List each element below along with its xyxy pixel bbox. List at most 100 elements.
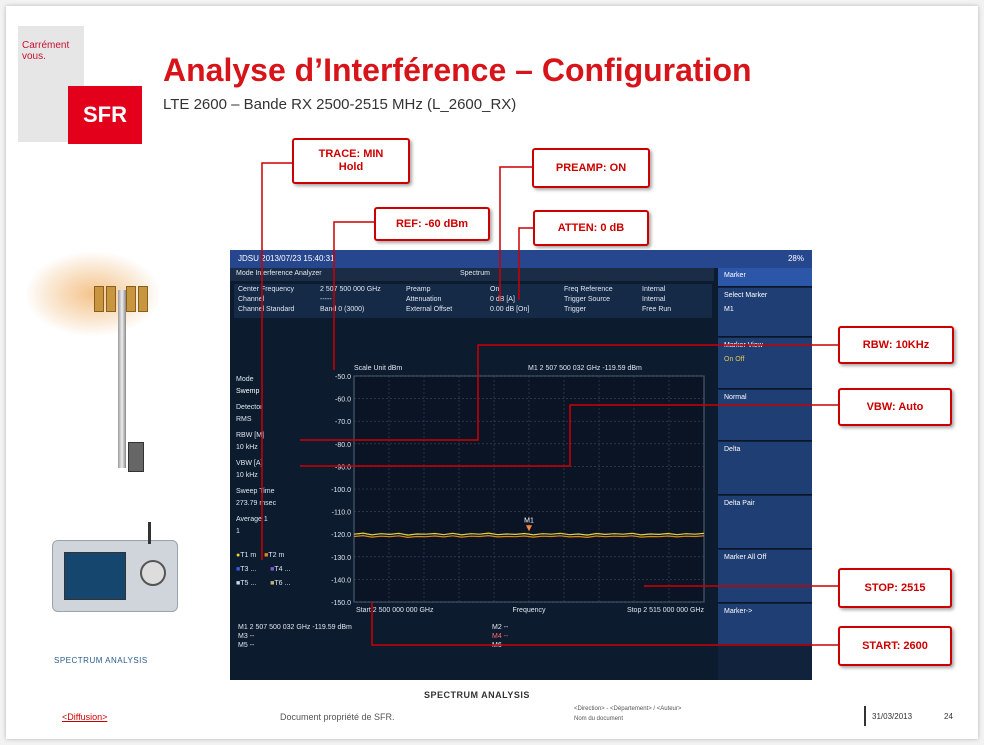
page-number: 24 [944, 712, 953, 721]
marker-row: M2 -- [492, 624, 509, 631]
sfr-logo: SFR [68, 86, 142, 144]
start-label: Start 2 500 000 000 GHz [356, 607, 434, 614]
footer-divider [864, 706, 866, 726]
panel-text: 10 kHz [236, 444, 258, 451]
scale-unit: Scale Unit dBm [354, 365, 402, 372]
select-marker-button[interactable]: Select Marker M1 [718, 288, 812, 337]
freqref-value: Internal [642, 286, 666, 293]
panel-text: Mode [236, 376, 254, 383]
marker-row: M3 -- [238, 633, 255, 640]
marker-readout: M1 2 507 500 032 GHz -119.59 dBm [528, 365, 642, 372]
standard-label: Channel Standard [238, 306, 295, 313]
channel-value: ----- [320, 296, 332, 303]
offset-label: External Offset [406, 306, 453, 313]
atten-value: 0 dB [A] [490, 296, 515, 303]
mode-label: Mode Interference Analyzer [236, 270, 322, 277]
marker-label: M1 [524, 517, 534, 524]
antenna-panel-icon [106, 286, 116, 312]
status-bar: JDSU 2013/07/23 15:40:31 28% [230, 250, 812, 268]
callout-stop: STOP: 2515 [838, 568, 952, 608]
doc-name: Nom du document [574, 716, 624, 722]
atten-label: Attenuation [406, 296, 442, 303]
document-owner: Document propriété de SFR. [280, 712, 395, 722]
y-tick-label: -140.0 [331, 577, 351, 584]
y-tick-label: -60.0 [335, 397, 351, 404]
trace-legend: ●T1 m ■T2 m [236, 552, 285, 559]
callout-start: START: 2600 [838, 626, 952, 666]
slide-title: Analyse d’Interférence – Configuration [163, 52, 752, 88]
battery-level: 28% [787, 254, 804, 263]
y-tick-label: -50.0 [335, 374, 351, 381]
mode-tab[interactable]: Spectrum [460, 270, 490, 277]
diffusion-link[interactable]: <Diffusion> [62, 712, 107, 722]
trace-legend: ■T5 ... ■T6 ... [236, 580, 291, 587]
delta-pair-button[interactable]: Delta Pair [718, 496, 812, 549]
antenna-panel-icon [126, 286, 136, 312]
panel-text: VBW [A] [236, 460, 263, 467]
callout-preamp: PREAMP: ON [532, 148, 650, 188]
y-tick-label: -80.0 [335, 442, 351, 449]
footer-date: 31/03/2013 [872, 712, 913, 721]
antenna-panel-icon [138, 286, 148, 312]
marker-view-button[interactable]: Marker View On Off [718, 338, 812, 389]
panel-text: Sweep Time [236, 488, 275, 495]
menu-header: Marker [718, 268, 812, 287]
y-tick-label: -150.0 [331, 600, 351, 607]
y-tick-label: -110.0 [332, 510, 351, 517]
marker-row: M6 -- [492, 642, 509, 649]
y-tick-label: -130.0 [331, 555, 351, 562]
equipment-cabinet [128, 442, 144, 472]
y-tick-label: -70.0 [335, 419, 351, 426]
device-antenna [148, 522, 151, 544]
measurement-panel: Mode Swemp Detector RMS RBW [M] 10 kHz V… [234, 368, 320, 628]
panel-text: RBW [M] [236, 432, 264, 439]
trigger-label: Trigger [564, 306, 586, 313]
marker-to-button[interactable]: Marker-> [718, 604, 812, 645]
trigsrc-value: Internal [642, 296, 666, 303]
spectrum-chart: Scale Unit dBm M1 2 507 500 032 GHz -119… [331, 365, 705, 614]
marker-row: M5 -- [238, 642, 255, 649]
knob-icon [140, 560, 166, 586]
settings-info: Center Frequency 2 507 500 000 GHz Chann… [234, 284, 712, 318]
trigger-value: Free Run [642, 306, 672, 313]
trace-legend: ■T3 ... ■T4 ... [236, 566, 291, 573]
channel-label: Channel [238, 296, 265, 303]
slide-subtitle: LTE 2600 – Bande RX 2500-2515 MHz (L_260… [163, 96, 517, 113]
panel-text: Swemp [236, 388, 260, 395]
y-tick-label: -120.0 [331, 532, 351, 539]
preamp-label: Preamp [406, 286, 431, 293]
panel-text: 273.79 msec [236, 500, 277, 507]
y-tick-label: -90.0 [335, 464, 351, 471]
panel-text: Average 1 [236, 516, 268, 523]
antenna-mast [118, 290, 126, 468]
direction-text: <Direction> - <Département> / <Auteur> [574, 706, 682, 712]
antenna-panel-icon [94, 286, 104, 312]
callout-vbw: VBW: Auto [838, 388, 952, 426]
trigsrc-label: Trigger Source [564, 296, 611, 303]
callout-rbw: RBW: 10KHz [838, 326, 954, 364]
marker-row: M4 -- [492, 633, 509, 640]
freqref-label: Freq Reference [564, 286, 613, 293]
callout-ref: REF: -60 dBm [374, 207, 490, 241]
panel-text: 10 kHz [236, 472, 258, 479]
preamp-value: On [490, 286, 500, 293]
analyzer-screen: JDSU 2013/07/23 15:40:31 28% Mode Interf… [230, 250, 812, 680]
x-axis-label: Frequency [512, 607, 546, 614]
marker-row: M1 2 507 500 032 GHz -119.59 dBm [238, 624, 352, 631]
mode-bar: Mode Interference Analyzer Spectrum [230, 268, 714, 281]
panel-text: RMS [236, 416, 252, 423]
marker-all-off-button[interactable]: Marker All Off [718, 550, 812, 603]
panel-text: Detector [236, 404, 263, 411]
normal-button[interactable]: Normal [718, 390, 812, 441]
center-freq-label: Center Frequency [238, 286, 295, 293]
standard-value: Band 0 (3000) [320, 306, 365, 313]
center-freq-value: 2 507 500 000 GHz [320, 286, 381, 293]
marker-menu: Marker Select Marker M1 Marker View On O… [718, 268, 812, 680]
delta-button[interactable]: Delta [718, 442, 812, 495]
callout-atten: ATTEN: 0 dB [533, 210, 649, 246]
brand-tagline: Carrément vous. [22, 40, 70, 62]
panel-text: 1 [236, 528, 240, 535]
device-screen [64, 552, 126, 600]
device-label: SPECTRUM ANALYSIS [54, 656, 148, 665]
y-tick-label: -100.0 [331, 487, 351, 494]
